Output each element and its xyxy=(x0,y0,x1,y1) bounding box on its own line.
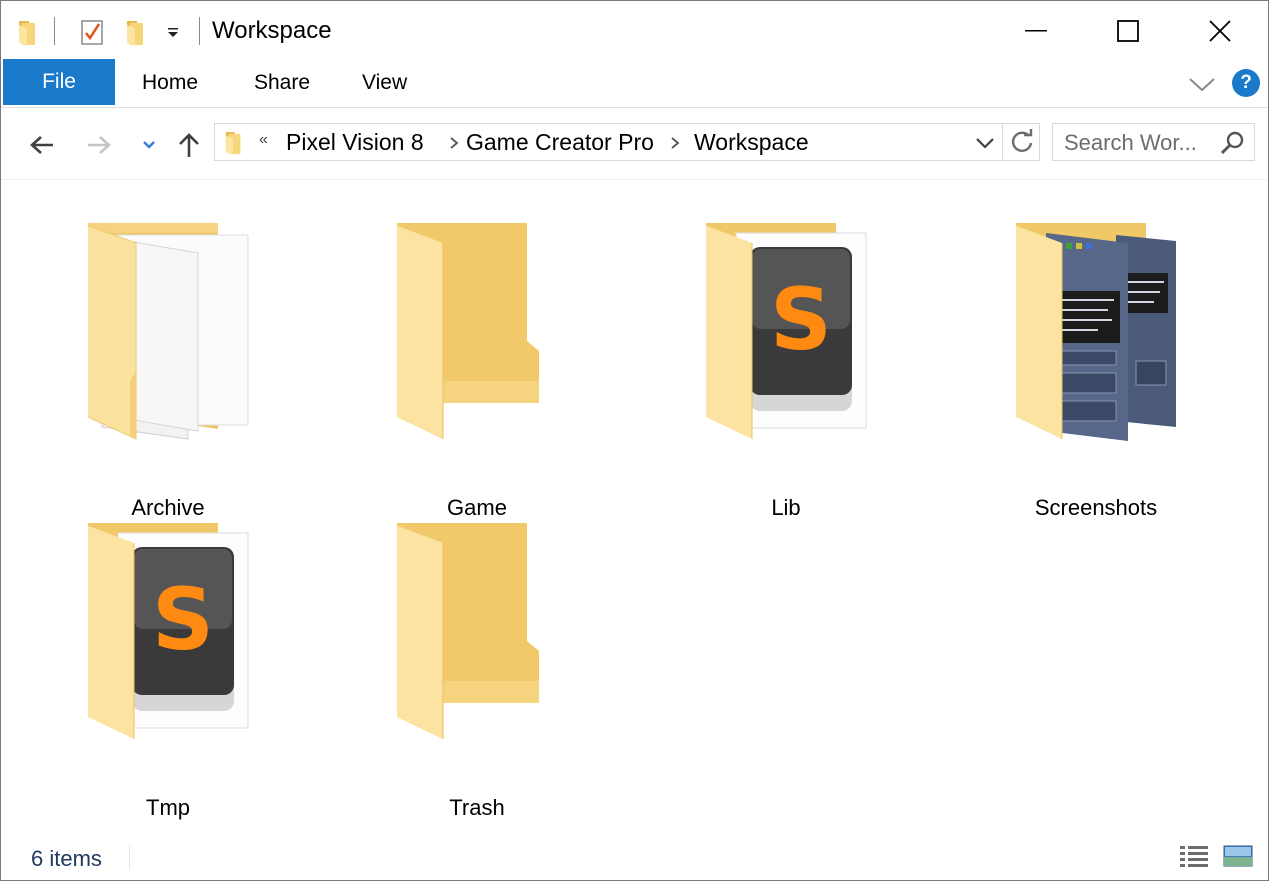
ribbon-tabs: File Home Share View ? xyxy=(1,59,1268,108)
minimize-button[interactable] xyxy=(990,1,1082,61)
breadcrumb-workspace[interactable]: Workspace xyxy=(694,129,809,156)
expand-ribbon-chevron-icon[interactable] xyxy=(1187,73,1217,95)
minimize-icon xyxy=(1025,30,1047,32)
large-icons-view-icon[interactable] xyxy=(1223,845,1253,867)
forward-arrow-icon xyxy=(88,136,111,154)
item-label: Tmp xyxy=(146,795,190,820)
file-list: Archive Game S Lib Screenshots S Tmp Tra… xyxy=(1,181,1268,821)
close-icon xyxy=(1209,20,1231,42)
search-icon[interactable] xyxy=(1219,130,1247,156)
help-button[interactable]: ? xyxy=(1232,69,1260,97)
svg-text:S: S xyxy=(770,270,832,370)
search-box[interactable] xyxy=(1052,123,1255,161)
window-title: Workspace xyxy=(212,17,332,44)
title-bar: Workspace xyxy=(1,1,1268,61)
dropdown-arrow-icon[interactable] xyxy=(165,27,181,39)
address-bar[interactable]: « Pixel Vision 8 Game Creator Pro Worksp… xyxy=(214,123,1040,161)
properties-check-icon[interactable] xyxy=(80,18,104,46)
explorer-window: Workspace File Home Share View ? « Pixel… xyxy=(0,0,1269,881)
recent-locations-button[interactable] xyxy=(132,128,166,162)
folder-sublime-icon: S xyxy=(706,223,867,439)
qat-separator xyxy=(54,17,55,45)
up-arrow-icon xyxy=(179,133,199,157)
refresh-icon[interactable] xyxy=(1008,128,1036,156)
close-button[interactable] xyxy=(1174,1,1266,61)
breadcrumb-overflow[interactable]: « xyxy=(259,131,268,149)
tab-file[interactable]: File xyxy=(3,59,115,105)
tab-home[interactable]: Home xyxy=(142,71,198,95)
folder-item-trash[interactable]: Trash xyxy=(377,521,577,820)
chevron-down-icon xyxy=(143,141,155,149)
folder-sublime-icon: S xyxy=(88,523,249,739)
details-view-icon[interactable] xyxy=(1179,844,1209,868)
folder-with-documents-icon xyxy=(88,223,249,440)
folder-item-lib[interactable]: S Lib xyxy=(686,221,886,520)
breadcrumb-pixel-vision-8[interactable]: Pixel Vision 8 xyxy=(286,129,424,156)
maximize-button[interactable] xyxy=(1082,1,1174,61)
navigation-bar: « Pixel Vision 8 Game Creator Pro Worksp… xyxy=(1,108,1268,180)
search-input[interactable] xyxy=(1064,130,1214,156)
item-label: Game xyxy=(447,495,507,520)
address-history-chevron-icon[interactable] xyxy=(973,134,997,152)
folder-icon[interactable] xyxy=(17,19,39,47)
back-button[interactable] xyxy=(25,128,59,162)
chevron-right-icon[interactable] xyxy=(669,136,681,150)
item-label: Archive xyxy=(131,495,205,520)
qat-separator xyxy=(199,17,200,45)
svg-text:S: S xyxy=(152,570,214,670)
forward-button[interactable] xyxy=(82,128,116,162)
folder-item-game[interactable]: Game xyxy=(377,221,577,520)
tab-view[interactable]: View xyxy=(362,71,407,95)
new-folder-icon[interactable] xyxy=(125,19,147,47)
tab-share[interactable]: Share xyxy=(254,71,310,95)
folder-item-tmp[interactable]: S Tmp xyxy=(68,521,268,820)
back-arrow-icon xyxy=(30,136,53,154)
item-label: Trash xyxy=(449,795,505,820)
chevron-right-icon[interactable] xyxy=(448,136,460,150)
folder-icon xyxy=(225,132,241,155)
status-separator xyxy=(129,846,130,870)
item-label: Lib xyxy=(771,495,801,520)
folder-item-archive[interactable]: Archive xyxy=(68,221,268,520)
item-label: Screenshots xyxy=(1034,495,1158,520)
folder-item-screenshots[interactable]: Screenshots xyxy=(996,221,1196,520)
folder-icon xyxy=(397,523,539,739)
item-count: 6 items xyxy=(31,846,102,871)
maximize-icon xyxy=(1117,20,1139,42)
address-divider xyxy=(1002,124,1003,160)
folder-screenshots-icon xyxy=(1016,223,1176,441)
folder-icon xyxy=(397,223,539,439)
status-bar: 6 items xyxy=(1,836,1268,880)
breadcrumb-game-creator-pro[interactable]: Game Creator Pro xyxy=(466,129,654,156)
up-button[interactable] xyxy=(172,128,206,162)
